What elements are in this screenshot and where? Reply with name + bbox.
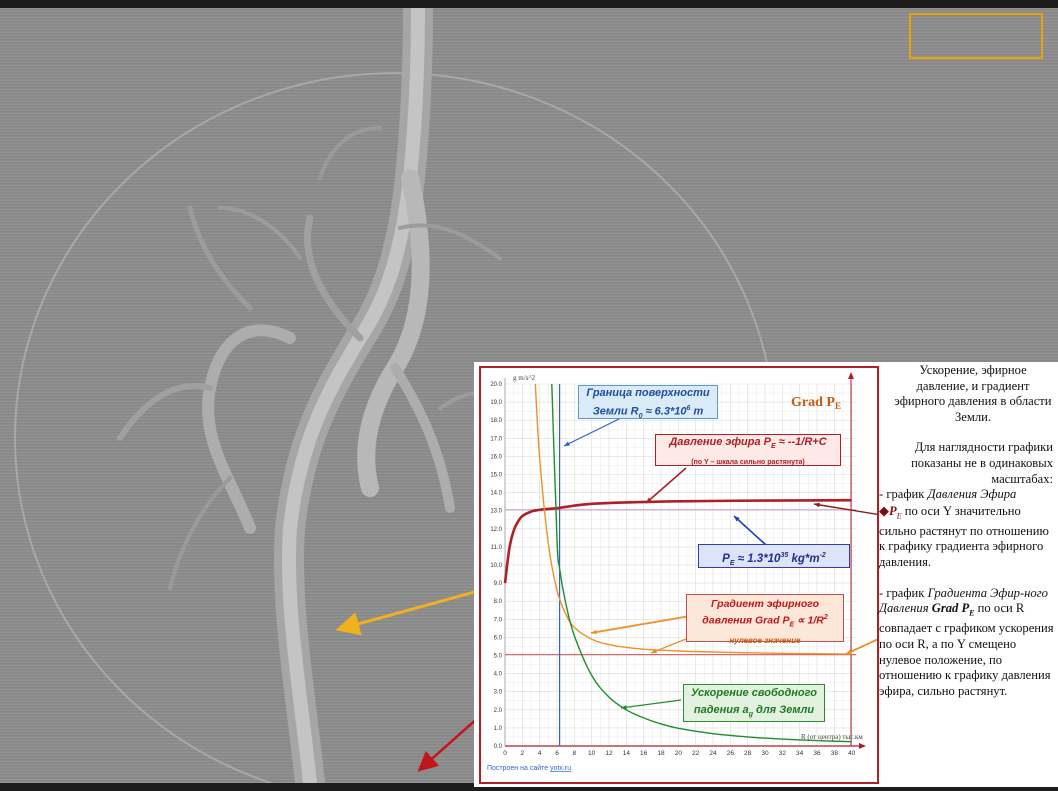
- side-description: Ускорение, эфирное давление, и градиент …: [879, 363, 1057, 699]
- credit-text: Построен на сайте yotx.ru: [487, 764, 571, 772]
- x-tick-label: 20: [675, 750, 683, 757]
- x-tick-label: 4: [538, 750, 542, 757]
- x-tick-label: 24: [709, 750, 717, 757]
- y-tick-label: 4.0: [494, 672, 503, 678]
- right-axis-arrowhead: [848, 372, 854, 379]
- x-tick-label: 6: [555, 750, 559, 757]
- x-tick-label: 2: [521, 750, 525, 757]
- x-tick-label: 28: [744, 750, 752, 757]
- y-tick-label: 18.0: [490, 418, 502, 424]
- y-tick-label: 15.0: [490, 473, 502, 479]
- y-tick-label: 16.0: [490, 454, 502, 460]
- x-tick-label: 14: [623, 750, 631, 757]
- x-tick-label: 40: [848, 750, 856, 757]
- y-tick-label: 14.0: [490, 491, 502, 497]
- x-tick-label: 16: [640, 750, 648, 757]
- x-tick-label: 30: [761, 750, 769, 757]
- x-tick-label: 8: [573, 750, 577, 757]
- x-tick-label: 12: [605, 750, 613, 757]
- label-pressure: Давление эфира PE ≈ --1/R+C (по Y – шкал…: [655, 434, 841, 466]
- chart-title: Grad PE: [791, 395, 841, 411]
- y-tick-label: 8.0: [494, 599, 503, 605]
- label-gradient: Градиент эфирного давления Grad PE ∝ 1/R…: [686, 594, 844, 645]
- y-tick-label: 2.0: [494, 708, 503, 714]
- y-tick-label: 13.0: [490, 509, 502, 515]
- y-tick-label: 6.0: [494, 635, 503, 641]
- y-tick-label: 7.0: [494, 617, 503, 623]
- y-tick-label: 9.0: [494, 581, 503, 587]
- label-pe-value: PE ≈ 1.3*1035 kg*m-2: [698, 544, 850, 568]
- highlight-box: [909, 13, 1043, 59]
- x-tick-label: 18: [657, 750, 665, 757]
- label-boundary: Граница поверхности Земли R0 ≈ 6.3*106 m: [578, 385, 718, 420]
- x-axis-label: R (от центра) тыс.км: [801, 733, 863, 741]
- side-paragraph-3: - график Давления Эфира ◆PE по оси Y знач…: [879, 487, 1049, 570]
- y-tick-label: 3.0: [494, 690, 503, 696]
- y-tick-label: 11.0: [491, 545, 503, 551]
- x-tick-label: 0: [503, 750, 507, 757]
- y-tick-label: 1.0: [494, 726, 503, 732]
- y-tick-label: 12.0: [490, 527, 502, 533]
- acceleration-arrow: [620, 699, 682, 709]
- side-paragraph-2: Для наглядности графики показаны не в од…: [911, 440, 1053, 486]
- credit-link: yotx.ru: [550, 765, 571, 772]
- y-tick-label: 5.0: [494, 654, 503, 660]
- y-tick-label: 10.0: [490, 563, 502, 569]
- pressure-arrow: [645, 467, 687, 504]
- y-tick-label: 0.0: [494, 744, 503, 750]
- x-tick-label: 10: [588, 750, 596, 757]
- y-axis-label: g m/s^2: [513, 374, 536, 382]
- y-tick-label: 19.0: [490, 400, 502, 406]
- y-tick-label: 17.0: [490, 436, 502, 442]
- x-tick-label: 22: [692, 750, 700, 757]
- y-tick-label: 20.0: [490, 382, 502, 388]
- x-tick-label: 32: [779, 750, 787, 757]
- side-paragraph-1: Ускорение, эфирное давление, и градиент …: [894, 363, 1052, 424]
- label-acceleration: Ускорение свободного падения ag для Земл…: [683, 684, 825, 722]
- x-tick-label: 38: [831, 750, 839, 757]
- x-tick-label: 36: [813, 750, 821, 757]
- x-tick-label: 34: [796, 750, 804, 757]
- side-paragraph-4: - график Градиента Эфир-ного Давления Gr…: [879, 585, 1054, 698]
- x-axis-arrowhead: [859, 743, 866, 749]
- x-tick-label: 26: [727, 750, 735, 757]
